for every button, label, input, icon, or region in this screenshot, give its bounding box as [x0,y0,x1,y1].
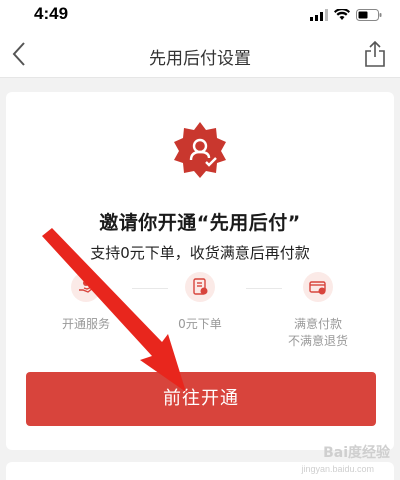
headline: 邀请你开通“先用后付” [99,212,301,234]
page-title: 先用后付设置 [149,49,251,69]
wifi-icon [334,9,350,20]
step-zero-order: 0元下单 [150,272,250,333]
status-bar: 4:49 [0,0,400,30]
watermark-sub: jingyan.baidu.com [301,464,374,474]
share-button[interactable] [362,39,388,69]
subline: 支持0元下单，收货满意后再付款 [90,244,310,262]
document-icon [185,272,215,302]
activation-card: 邀请你开通“先用后付” 支持0元下单，收货满意后再付款 开通服务 0元下单 满意… [6,92,394,450]
seal-badge-icon [174,122,226,178]
hand-icon [71,272,101,302]
step-label: 开通服务 [61,317,110,331]
battery-icon [356,9,382,21]
wallet-icon [303,272,333,302]
step-label-line1: 满意付款 [293,317,342,331]
step-label: 满意付款 不满意退货 [268,316,368,350]
open-now-button[interactable]: 前往开通 [26,372,376,426]
watermark: Bai度经验 [323,445,390,461]
step-open-service: 开通服务 [36,272,136,333]
share-icon [365,40,385,67]
status-time: 4:49 [34,4,69,23]
step-label-line2: 不满意退货 [287,334,348,348]
step-label: 0元下单 [178,317,222,331]
status-icons [310,8,382,22]
signal-icon [310,9,328,21]
step-pay-or-return: 满意付款 不满意退货 [268,272,368,350]
nav-bar: 先用后付设置 [0,30,400,78]
